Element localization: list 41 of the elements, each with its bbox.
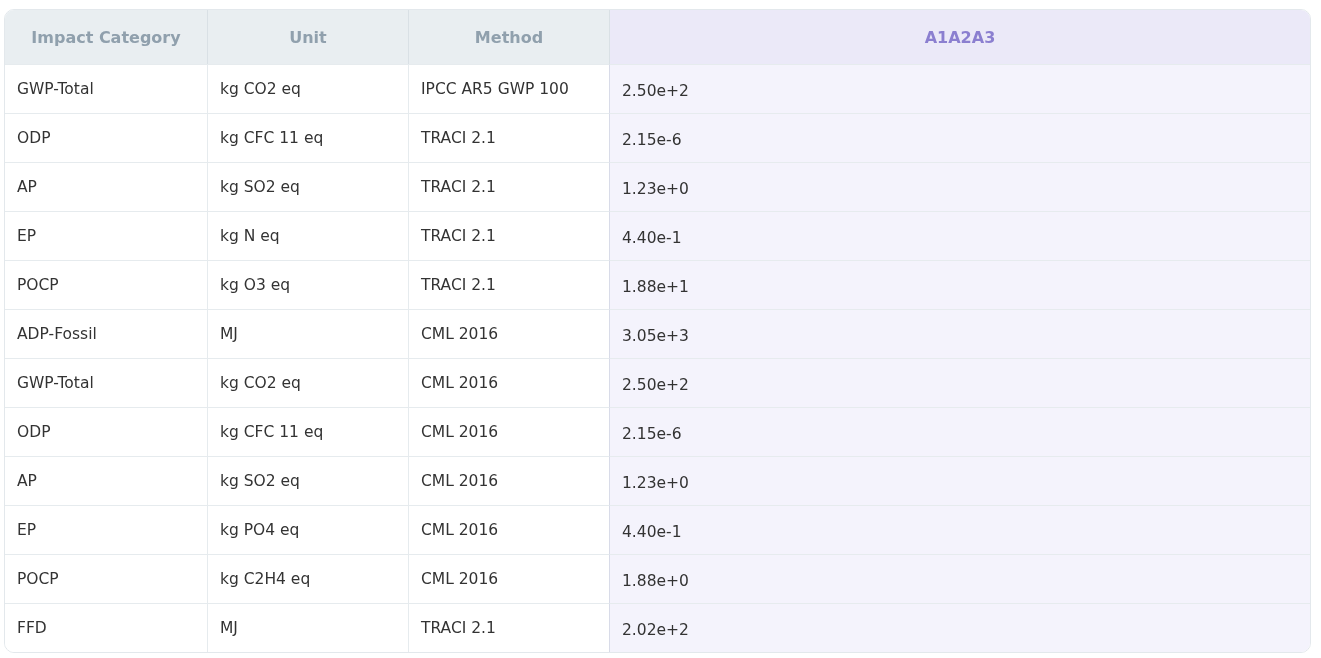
table-cell: 2.50e+2 <box>609 64 1310 113</box>
column-header: A1A2A3 <box>609 10 1310 64</box>
table-cell: 2.15e-6 <box>609 113 1310 162</box>
column-header: Method <box>408 10 609 64</box>
table-cell: kg CFC 11 eq <box>207 113 408 162</box>
table-cell: kg CO2 eq <box>207 64 408 113</box>
table-cell: FFD <box>5 603 207 652</box>
table-cell: CML 2016 <box>408 554 609 603</box>
table-cell: kg SO2 eq <box>207 456 408 505</box>
table-cell: TRACI 2.1 <box>408 603 609 652</box>
table-cell: kg C2H4 eq <box>207 554 408 603</box>
table-cell: kg CFC 11 eq <box>207 407 408 456</box>
table-cell: kg SO2 eq <box>207 162 408 211</box>
table-cell: 1.23e+0 <box>609 162 1310 211</box>
table-cell: kg N eq <box>207 211 408 260</box>
table-cell: 2.50e+2 <box>609 358 1310 407</box>
table-cell: 3.05e+3 <box>609 309 1310 358</box>
table-cell: MJ <box>207 309 408 358</box>
table-cell: 2.15e-6 <box>609 407 1310 456</box>
table-cell: 1.88e+1 <box>609 260 1310 309</box>
table-cell: 1.88e+0 <box>609 554 1310 603</box>
table-cell: IPCC AR5 GWP 100 <box>408 64 609 113</box>
table-cell: CML 2016 <box>408 407 609 456</box>
table-cell: 4.40e-1 <box>609 211 1310 260</box>
table-cell: 2.02e+2 <box>609 603 1310 652</box>
table-cell: 1.23e+0 <box>609 456 1310 505</box>
table-cell: kg O3 eq <box>207 260 408 309</box>
table-cell: kg CO2 eq <box>207 358 408 407</box>
table-cell: MJ <box>207 603 408 652</box>
table-cell: CML 2016 <box>408 456 609 505</box>
table-cell: TRACI 2.1 <box>408 162 609 211</box>
column-header: Unit <box>207 10 408 64</box>
table-cell: TRACI 2.1 <box>408 260 609 309</box>
table-cell: CML 2016 <box>408 505 609 554</box>
table-cell: CML 2016 <box>408 309 609 358</box>
column-header: Impact Category <box>5 10 207 64</box>
table-cell: CML 2016 <box>408 358 609 407</box>
table-cell: kg PO4 eq <box>207 505 408 554</box>
table-cell: TRACI 2.1 <box>408 113 609 162</box>
table-cell: 4.40e-1 <box>609 505 1310 554</box>
table-cell: TRACI 2.1 <box>408 211 609 260</box>
